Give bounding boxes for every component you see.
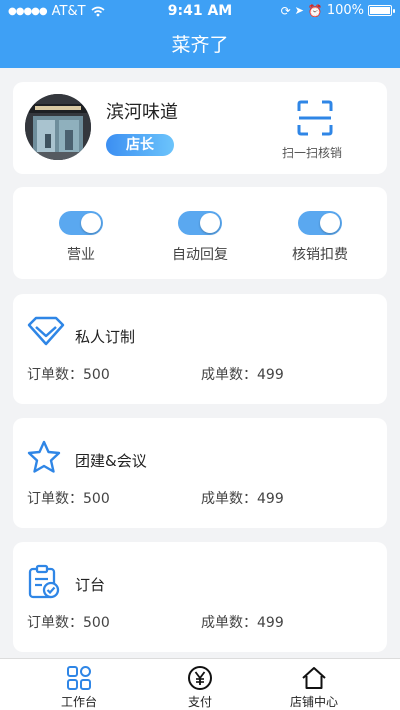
store-profile-card: 滨河味道 店长 扫一扫核销: [13, 82, 387, 174]
toggle-business[interactable]: 营业: [36, 211, 126, 264]
rotation-lock-icon: ⟳: [280, 3, 291, 18]
alarm-icon: ⏰: [307, 3, 323, 18]
toggle-label: 营业: [67, 247, 95, 263]
battery-percent: 100%: [326, 3, 364, 18]
toggle-auto-reply[interactable]: 自动回复: [155, 211, 245, 264]
tab-label: 工作台: [60, 695, 97, 709]
service-title: 私人订制: [75, 328, 136, 346]
nav-bar: 菜齐了: [0, 22, 400, 68]
store-name: 滨河味道: [106, 102, 178, 123]
tab-store-center[interactable]: 店铺中心: [274, 665, 354, 710]
star-icon: [27, 440, 61, 478]
service-card-table[interactable]: 订台 订单数：500 成单数：499: [13, 542, 387, 652]
business-switch[interactable]: [59, 211, 103, 235]
role-badge: 店长: [106, 134, 174, 156]
service-card-private[interactable]: 私人订制 订单数：500 成单数：499: [13, 294, 387, 404]
yen-icon: [188, 666, 212, 690]
order-count: 订单数：500: [27, 491, 110, 507]
tab-label: 店铺中心: [289, 695, 338, 709]
verify-fee-switch[interactable]: [298, 211, 342, 235]
page-title: 菜齐了: [171, 34, 229, 56]
grid-icon: [67, 666, 91, 690]
auto-reply-switch[interactable]: [178, 211, 222, 235]
service-title: 订台: [75, 576, 106, 594]
toggle-label: 核销扣费: [292, 247, 348, 263]
home-icon: [302, 667, 326, 689]
status-bar: ●●●●● AT&T 9:41 AM ⟳ ➤ ⏰ 100%: [0, 0, 400, 22]
clipboard-check-icon: [27, 564, 61, 604]
battery-icon: [368, 5, 395, 16]
service-card-team[interactable]: 团建&会议 订单数：500 成单数：499: [13, 418, 387, 528]
completed-count: 成单数：499: [201, 491, 284, 507]
tab-label: 支付: [187, 695, 212, 709]
diamond-icon: [27, 316, 65, 350]
scan-button[interactable]: [297, 100, 333, 140]
status-right: ⟳ ➤ ⏰ 100%: [280, 3, 395, 18]
service-title: 团建&会议: [75, 452, 147, 470]
scan-label[interactable]: 扫一扫核销: [282, 144, 342, 161]
bottom-tabbar: 工作台 支付 店铺中心: [0, 658, 400, 710]
order-count: 订单数：500: [27, 367, 110, 383]
location-icon: ➤: [294, 4, 304, 17]
completed-count: 成单数：499: [201, 367, 284, 383]
store-avatar: [25, 94, 91, 160]
completed-count: 成单数：499: [201, 615, 284, 631]
tab-workbench[interactable]: 工作台: [39, 665, 119, 710]
toggles-card: 营业 自动回复 核销扣费: [13, 187, 387, 279]
tab-payment[interactable]: 支付: [160, 665, 240, 710]
toggle-label: 自动回复: [172, 247, 228, 263]
order-count: 订单数：500: [27, 615, 110, 631]
toggle-verify-fee[interactable]: 核销扣费: [275, 211, 365, 264]
scan-icon: [297, 100, 333, 136]
